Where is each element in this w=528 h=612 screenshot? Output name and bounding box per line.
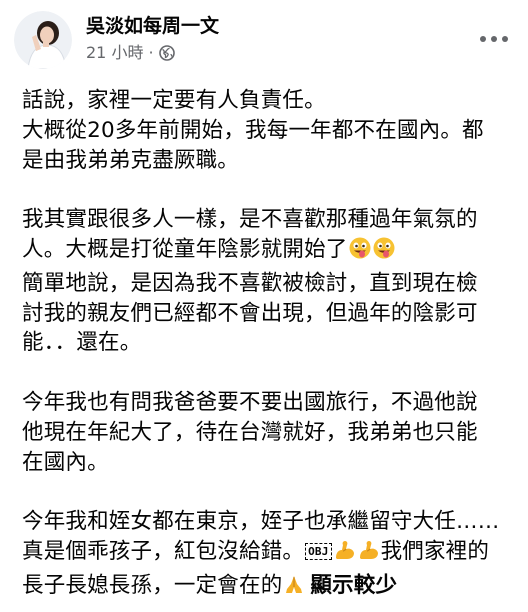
post-timestamp[interactable]: 21 小時 <box>86 42 143 64</box>
post-text-line: 能．．還在。 <box>22 330 142 356</box>
post-text: 我們家裡的 <box>380 538 490 564</box>
post-text-line: 今年我也有問我爸爸要不要出國旅行，不過他說 <box>22 389 478 415</box>
folded-hands-emoji-icon <box>282 572 306 605</box>
post-text: 長子長媳長孫，一定會在的 <box>22 572 283 598</box>
post-meta: 吳淡如每周一文 21 小時 · <box>86 13 219 64</box>
zany-face-emoji-icon <box>348 236 372 269</box>
post-text-line: 討我的親友們已經都不會出現，但過年的陰影可 <box>22 300 478 326</box>
post-text-line-with-emoji: 人。大概是打從童年陰影就開始了 <box>22 235 514 269</box>
post-paragraph: 今年我和姪女都在東京，姪子也承繼留守大任…… 真是個乖孩子，紅包沒給錯。 OBJ 我… <box>22 507 514 604</box>
post-text: 真是個乖孩子，紅包沒給錯。 <box>22 538 305 564</box>
post-header: 吳淡如每周一文 21 小時 · <box>14 11 514 71</box>
post-text-line: 今年我和姪女都在東京，姪子也承繼留守大任…… <box>22 509 500 535</box>
post-text-line: 大概從20多年前開始，我每一年都不在國內。都 <box>22 117 484 143</box>
more-horizontal-icon <box>491 36 497 42</box>
object-replacement-icon: OBJ <box>305 542 332 560</box>
post-text-line: 我其實跟很多人一樣，是不喜歡那種過年氣氛的 <box>22 207 478 233</box>
post-body: 話說，家裡一定要有人負責任。 大概從20多年前開始，我每一年都不在國內。都 是由… <box>22 86 514 605</box>
flexed-biceps-emoji-icon <box>333 538 357 571</box>
globe-icon[interactable] <box>158 45 175 61</box>
post-text-line-with-emoji: 真是個乖孩子，紅包沒給錯。 OBJ 我們家裡的 <box>22 537 514 571</box>
profile-avatar[interactable] <box>14 11 72 69</box>
post-text-line: 他現在年紀大了，待在台灣就好，我弟弟也只能 <box>22 419 478 445</box>
post-text-line: 在國內。 <box>22 449 109 475</box>
author-name[interactable]: 吳淡如每周一文 <box>86 13 219 39</box>
post-text-line: 簡單地說，是因為我不喜歡被檢討，直到現在檢 <box>22 270 478 296</box>
post-text: 人。大概是打從童年陰影就開始了 <box>22 236 348 262</box>
more-horizontal-icon <box>502 36 508 42</box>
post-paragraph: 今年我也有問我爸爸要不要出國旅行，不過他說 他現在年紀大了，待在台灣就好，我弟弟… <box>22 388 514 477</box>
post-text-line-with-emoji: 長子長媳長孫，一定會在的 顯示較少 <box>22 571 514 605</box>
post-subline: 21 小時 · <box>86 42 219 64</box>
separator-dot: · <box>148 43 154 62</box>
post-text-line: 話說，家裡一定要有人負責任。 <box>22 88 326 113</box>
more-horizontal-icon <box>480 36 486 42</box>
see-less-link[interactable]: 顯示較少 <box>310 573 397 598</box>
flexed-biceps-emoji-icon <box>357 538 381 571</box>
zany-face-emoji-icon <box>372 236 396 269</box>
more-options-button[interactable] <box>474 25 514 53</box>
avatar-image <box>14 11 72 69</box>
post-paragraph: 我其實跟很多人一樣，是不喜歡那種過年氣氛的 人。大概是打從童年陰影就開始了 簡單… <box>22 205 514 358</box>
post-paragraph: 話說，家裡一定要有人負責任。 大概從20多年前開始，我每一年都不在國內。都 是由… <box>22 86 514 175</box>
post-text-line: 是由我弟弟克盡厥職。 <box>22 147 240 173</box>
